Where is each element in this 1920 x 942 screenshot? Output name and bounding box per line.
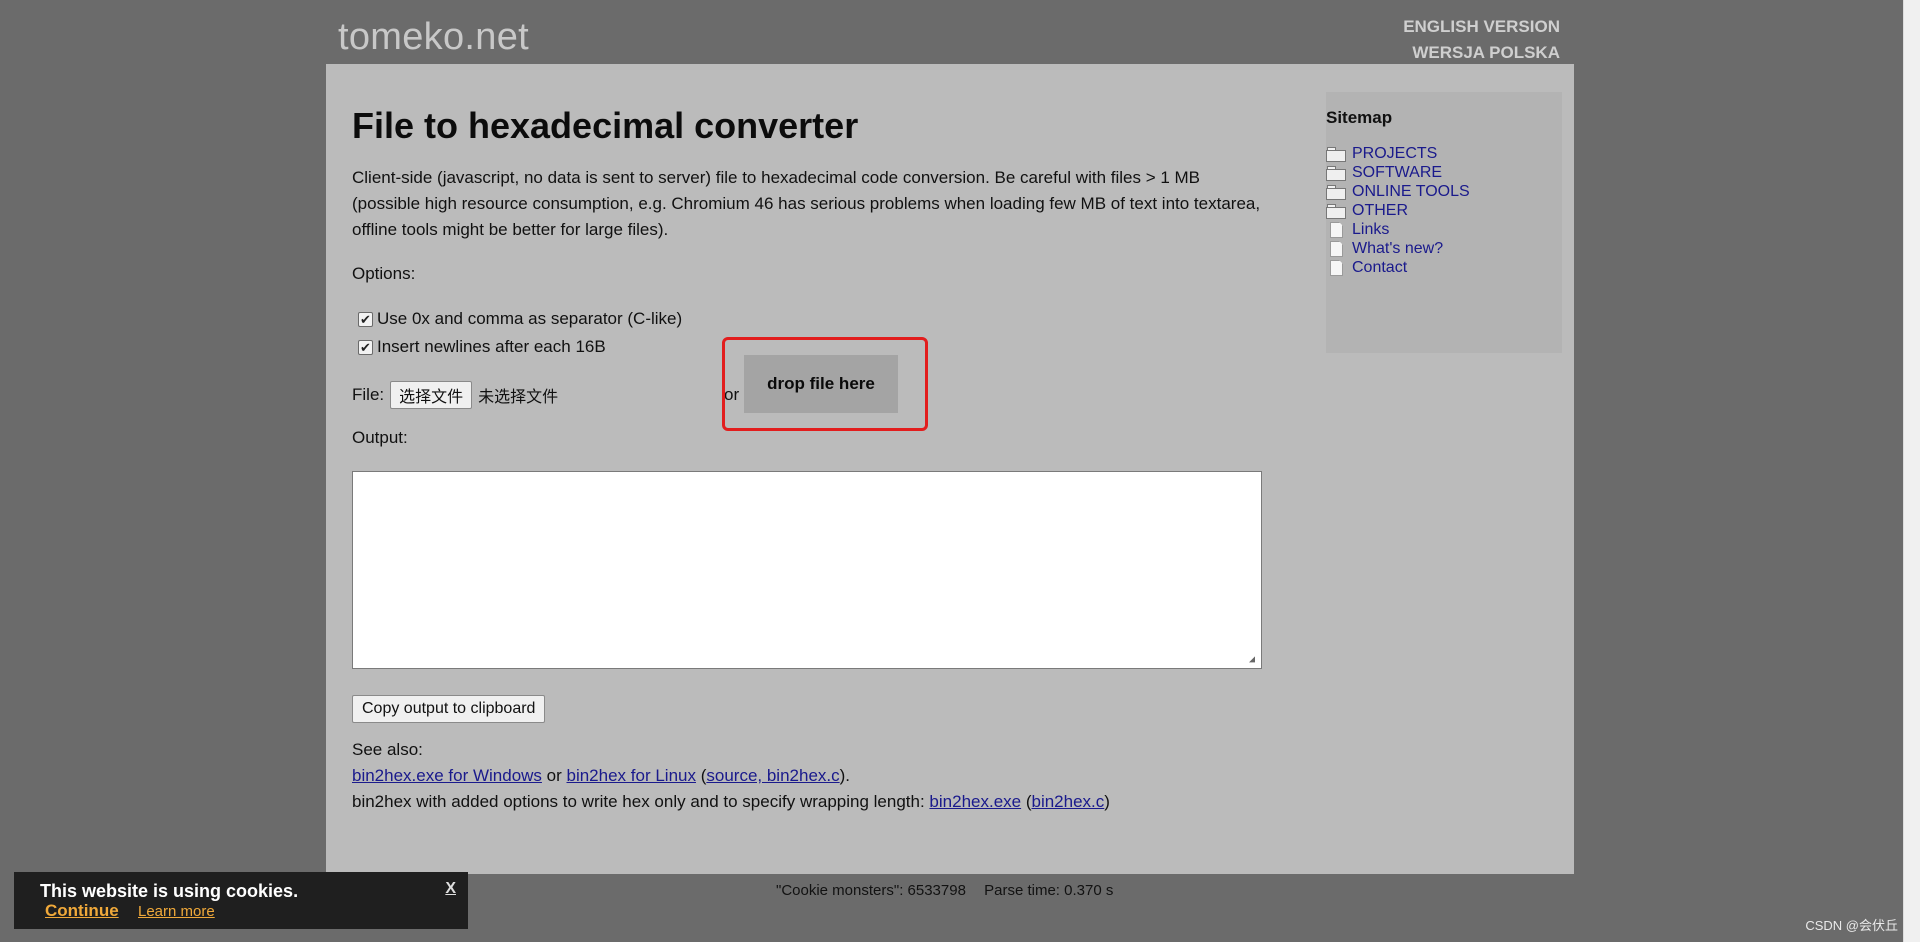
resize-grip-icon[interactable]: ◢ <box>1249 656 1259 666</box>
parse-time: Parse time: 0.370 s <box>984 882 1114 899</box>
cookie-learn-more-link[interactable]: Learn more <box>138 903 215 920</box>
footer-stats: "Cookie monsters": 6533798 Parse time: 0… <box>776 882 1127 899</box>
see-also-sep: or <box>541 766 567 786</box>
cookie-close-button[interactable]: X <box>445 880 456 898</box>
option-c-like-separator[interactable]: ✔ Use 0x and comma as separator (C-like) <box>352 305 1272 333</box>
output-textarea[interactable]: ◢ <box>352 471 1262 670</box>
cookie-continue-link[interactable]: Continue <box>45 901 119 921</box>
bin2hex-windows-link[interactable]: bin2hex.exe for Windows <box>352 766 542 785</box>
bin2hex-linux-link[interactable]: bin2hex for Linux <box>567 766 696 785</box>
sitemap-item-links[interactable]: Links <box>1326 220 1562 239</box>
newlines-label: Insert newlines after each 16B <box>377 337 606 357</box>
sitemap-sidebar: Sitemap PROJECTS SOFTWARE ONLINE TOOLS O… <box>1326 92 1562 353</box>
sitemap-link[interactable]: SOFTWARE <box>1352 164 1442 182</box>
sitemap-list: PROJECTS SOFTWARE ONLINE TOOLS OTHER Lin… <box>1326 144 1562 277</box>
page-icon <box>1326 260 1345 275</box>
see-also-line-2: bin2hex with added options to write hex … <box>352 789 1272 815</box>
english-version-link[interactable]: ENGLISH VERSION <box>1403 14 1560 40</box>
cookie-monsters-count: "Cookie monsters": 6533798 <box>776 882 966 899</box>
page-icon <box>1326 241 1345 256</box>
output-label: Output: <box>352 428 408 448</box>
see-also-section: See also: bin2hex.exe for Windows or bin… <box>352 737 1272 815</box>
folder-icon <box>1326 185 1346 200</box>
bin2hex-exe-link[interactable]: bin2hex.exe <box>929 792 1021 811</box>
file-row: File: 选择文件 未选择文件 or drop file here <box>352 337 1272 432</box>
sitemap-link[interactable]: ONLINE TOOLS <box>1352 183 1470 201</box>
page-icon <box>1326 222 1345 237</box>
sitemap-item-whats-new[interactable]: What's new? <box>1326 239 1562 258</box>
sitemap-item-online-tools[interactable]: ONLINE TOOLS <box>1326 182 1562 201</box>
sitemap-item-software[interactable]: SOFTWARE <box>1326 163 1562 182</box>
site-title[interactable]: tomeko.net <box>338 16 529 59</box>
intro-text: Client-side (javascript, no data is sent… <box>352 168 1261 240</box>
see-also-paren-close-2: ) <box>1104 792 1110 812</box>
cookie-message: This website is using cookies. <box>40 881 299 901</box>
sitemap-item-projects[interactable]: PROJECTS <box>1326 144 1562 163</box>
sitemap-item-other[interactable]: OTHER <box>1326 201 1562 220</box>
page-title: File to hexadecimal converter <box>352 105 859 146</box>
copy-output-button[interactable]: Copy output to clipboard <box>352 695 546 724</box>
main-panel: File to hexadecimal converter Client-sid… <box>326 64 1574 874</box>
choose-file-button[interactable]: 选择文件 <box>390 381 473 410</box>
vertical-scrollbar[interactable] <box>1903 0 1920 942</box>
language-links: ENGLISH VERSION WERSJA POLSKA <box>1403 14 1560 66</box>
c-like-separator-label: Use 0x and comma as separator (C-like) <box>377 309 683 329</box>
folder-icon <box>1326 147 1346 162</box>
folder-icon <box>1326 166 1346 181</box>
see-also-paren-close: ). <box>839 766 851 786</box>
drop-file-zone[interactable]: drop file here <box>744 355 898 414</box>
or-text: or <box>724 385 740 405</box>
bin2hex-source-link[interactable]: source, bin2hex.c <box>706 766 839 785</box>
bin2hex-c-link[interactable]: bin2hex.c <box>1032 792 1105 811</box>
options-label: Options: <box>352 264 416 284</box>
file-label: File: <box>352 385 385 405</box>
see-also-heading: See also: <box>352 740 423 760</box>
sitemap-link[interactable]: Links <box>1352 221 1389 239</box>
sitemap-title: Sitemap <box>1326 108 1393 127</box>
see-also-paren-open-2: ( <box>1021 792 1032 812</box>
main-content: File to hexadecimal converter Client-sid… <box>352 104 1272 815</box>
sitemap-link[interactable]: Contact <box>1352 259 1407 277</box>
see-also-paren-open: ( <box>695 766 707 786</box>
sitemap-item-contact[interactable]: Contact <box>1326 258 1562 277</box>
see-also-line-1: bin2hex.exe for Windows or bin2hex for L… <box>352 763 1272 789</box>
folder-icon <box>1326 204 1346 219</box>
sitemap-link[interactable]: What's new? <box>1352 240 1443 258</box>
bin2hex-options-text: bin2hex with added options to write hex … <box>352 792 930 812</box>
cookie-consent-bar: This website is using cookies. Continue … <box>14 872 468 929</box>
no-file-selected-text: 未选择文件 <box>478 387 559 407</box>
polish-version-link[interactable]: WERSJA POLSKA <box>1403 40 1560 66</box>
sitemap-link[interactable]: OTHER <box>1352 202 1408 220</box>
sitemap-link[interactable]: PROJECTS <box>1352 145 1437 163</box>
newlines-checkbox[interactable]: ✔ <box>358 339 373 355</box>
watermark: CSDN @会伏丘 <box>1805 918 1898 933</box>
c-like-separator-checkbox[interactable]: ✔ <box>358 311 373 327</box>
